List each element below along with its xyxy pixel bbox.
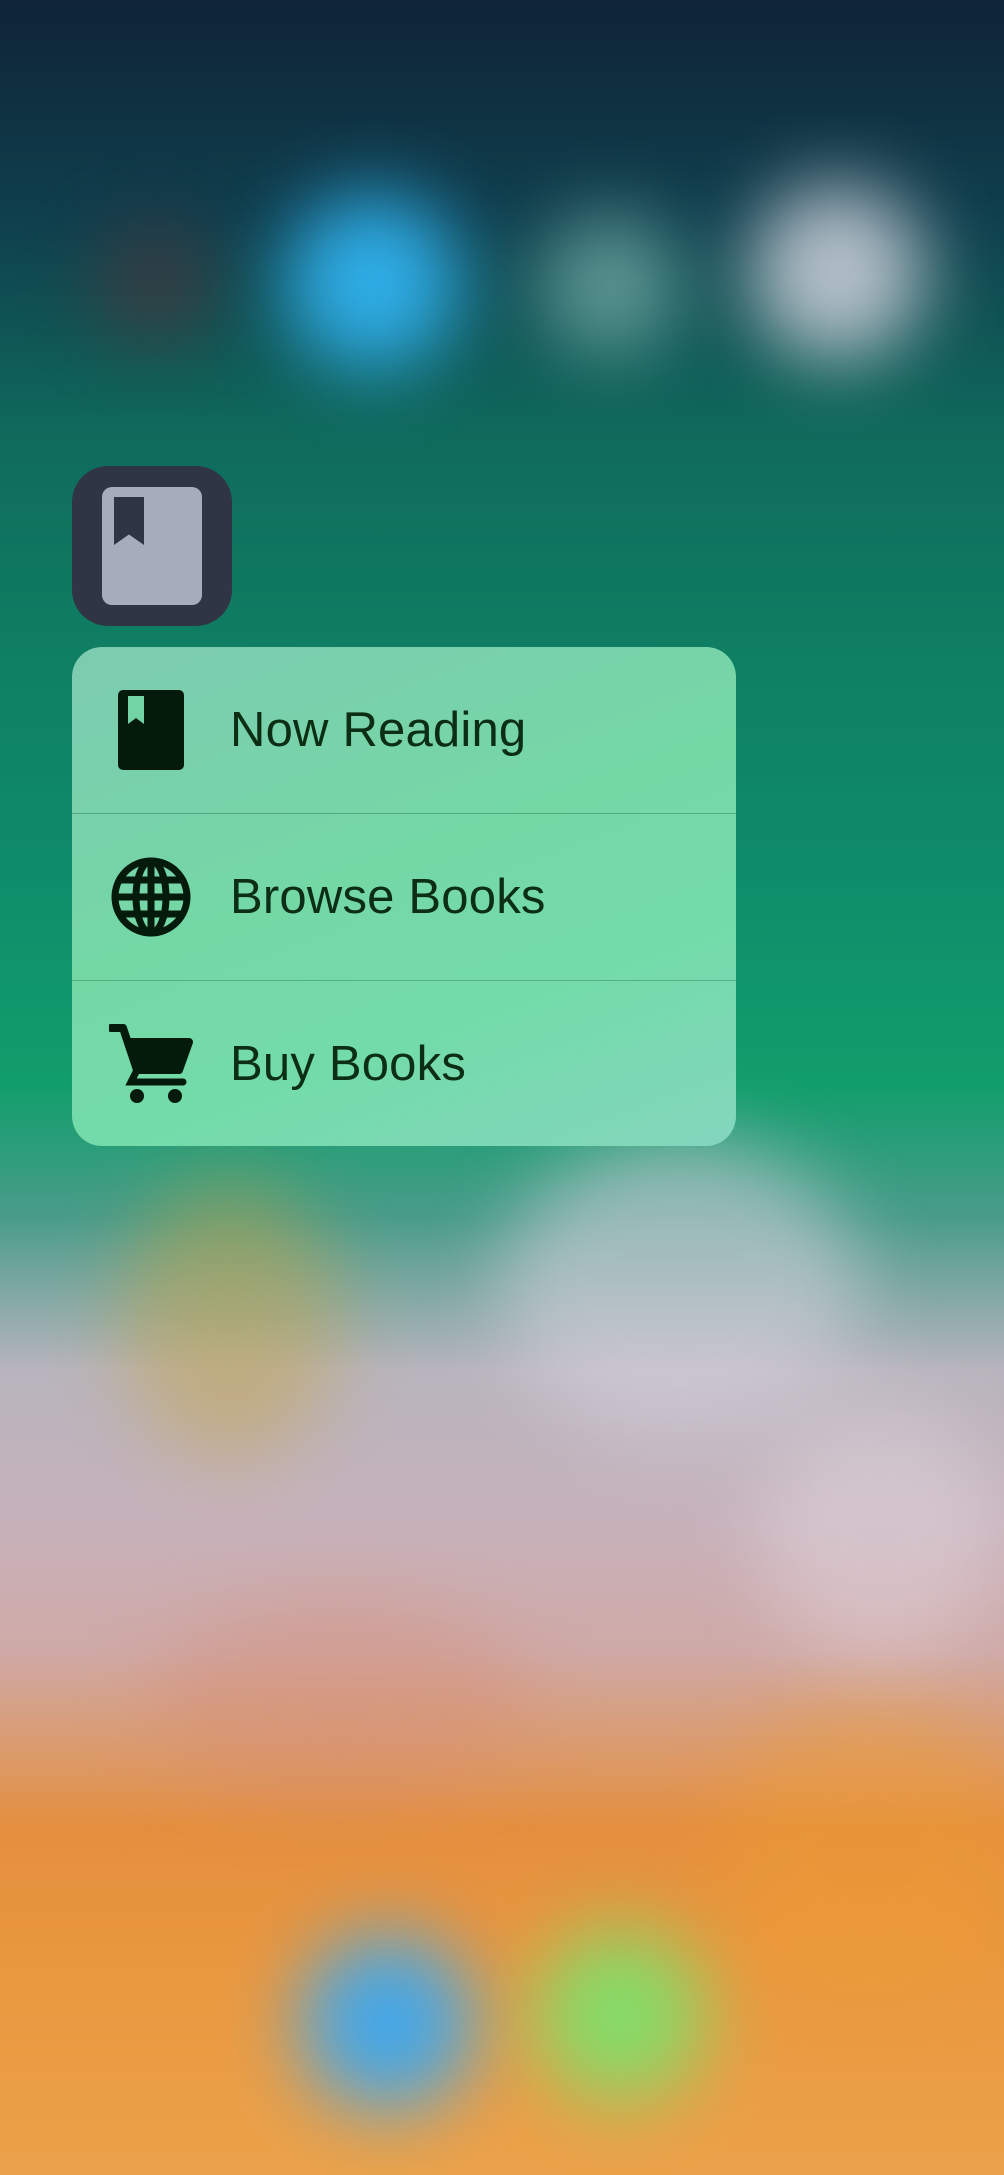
- wallpaper-blur: [150, 1600, 530, 1800]
- quick-actions-menu: Now Reading Browse Books Buy Books: [72, 647, 736, 1146]
- wallpaper-blur: [120, 1180, 340, 1460]
- blurred-app-icon: [285, 195, 460, 370]
- quick-action-buy-books[interactable]: Buy Books: [72, 981, 736, 1146]
- wallpaper-blur: [95, 225, 215, 345]
- wallpaper-blur: [500, 1140, 860, 1440]
- cart-icon: [108, 1021, 194, 1107]
- bookmark-icon: [114, 497, 144, 545]
- buy-books-label: Buy Books: [230, 1037, 467, 1091]
- blurred-app-icon: [750, 185, 925, 360]
- wallpaper-blur: [760, 1400, 1000, 1660]
- quick-action-now-reading[interactable]: Now Reading: [72, 647, 736, 814]
- now-reading-label: Now Reading: [230, 703, 527, 757]
- books-app-icon[interactable]: [72, 466, 232, 626]
- book-icon: [102, 487, 202, 605]
- blurred-app-icon: [540, 215, 680, 355]
- quick-action-browse-books[interactable]: Browse Books: [72, 814, 736, 981]
- blurred-dock-icon: [300, 1935, 475, 2110]
- browse-books-label: Browse Books: [230, 870, 546, 924]
- home-screen: Now Reading Browse Books Buy Books: [0, 0, 1004, 2175]
- book-icon: [108, 687, 194, 773]
- globe-icon: [108, 854, 194, 940]
- wallpaper-blur: [720, 1700, 1004, 2000]
- blurred-dock-icon: [535, 1930, 705, 2100]
